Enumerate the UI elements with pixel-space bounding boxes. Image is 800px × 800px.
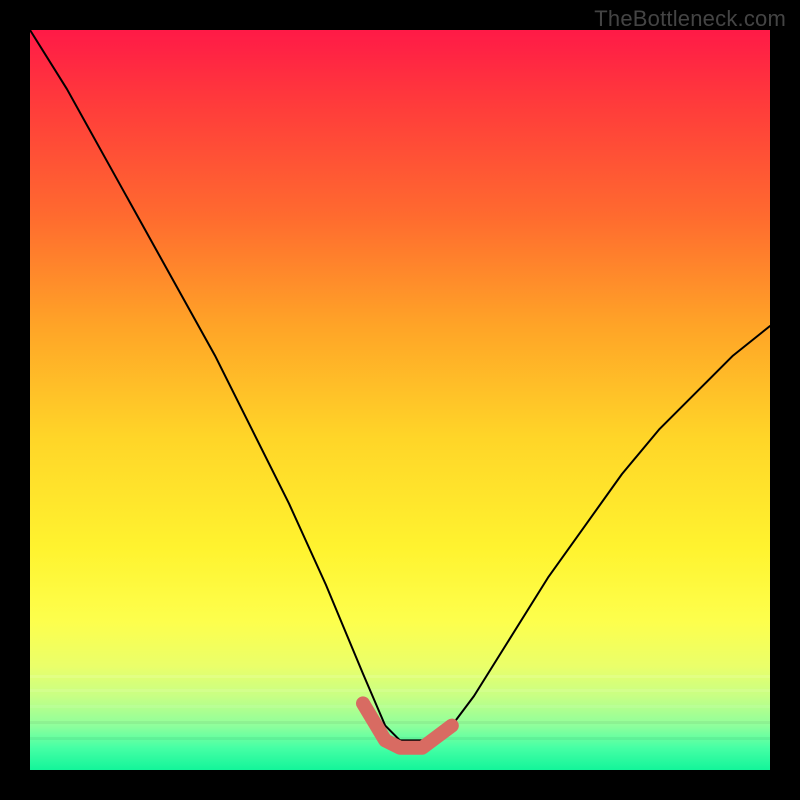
- plot-area: [30, 30, 770, 770]
- chart-svg: [30, 30, 770, 770]
- optimal-range-mark: [363, 703, 452, 747]
- chart-container: TheBottleneck.com: [0, 0, 800, 800]
- bottleneck-curve-line: [30, 30, 770, 740]
- watermark-text: TheBottleneck.com: [594, 6, 786, 32]
